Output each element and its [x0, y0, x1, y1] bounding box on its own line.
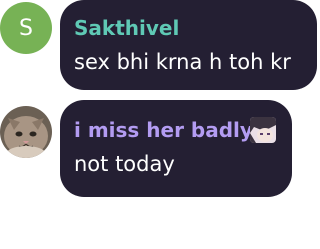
message-item: S Sakthivel sex bhi krna h toh kr	[0, 0, 320, 95]
message-item: i miss her badly not today	[0, 100, 320, 200]
message-username[interactable]: i miss her badly	[74, 118, 253, 142]
cat-photo-avatar-icon[interactable]	[0, 106, 52, 158]
message-text: sex bhi krna h toh kr	[74, 50, 291, 74]
message-username[interactable]: Sakthivel	[74, 16, 179, 40]
message-bubble: i miss her badly not today	[60, 100, 292, 197]
message-bubble: Sakthivel sex bhi krna h toh kr	[60, 0, 317, 90]
user-avatar[interactable]: S	[0, 2, 52, 54]
avatar-initial: S	[19, 15, 33, 41]
message-text: not today	[74, 152, 175, 176]
anime-character-icon	[250, 117, 276, 143]
